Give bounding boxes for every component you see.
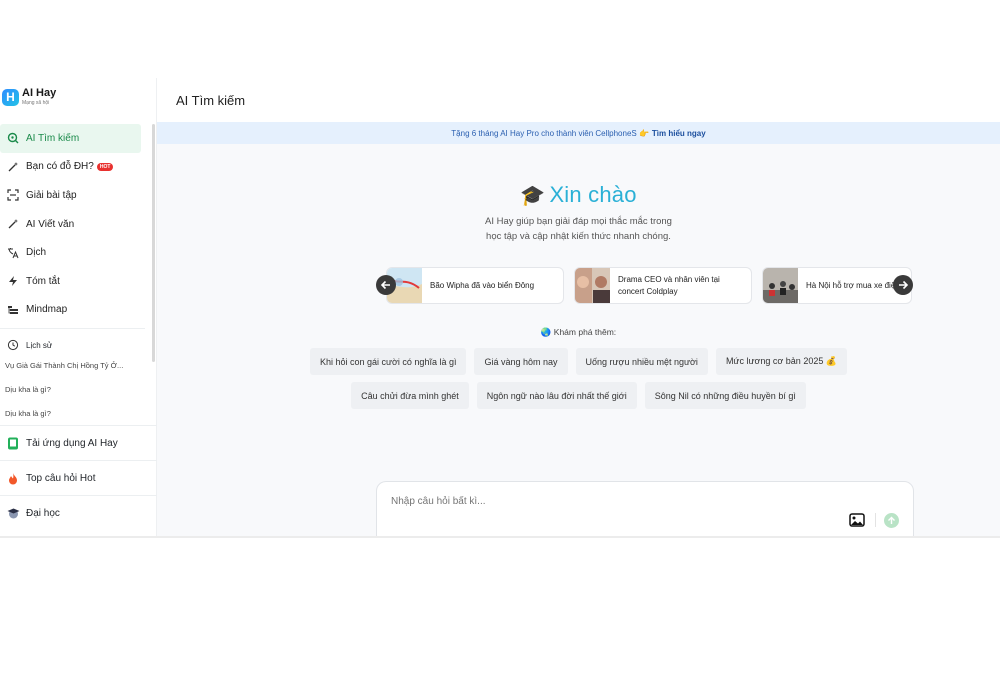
translate-icon <box>6 246 20 260</box>
sidebar-item-summary[interactable]: Tóm tắt <box>0 267 151 296</box>
search-icon <box>6 131 20 145</box>
history-icon <box>6 338 20 352</box>
image-icon <box>849 513 865 527</box>
divider <box>0 328 145 330</box>
history-item[interactable]: Vụ Già Gái Thành Chị Hồng Tỷ Ở... <box>0 353 146 377</box>
sidebar: H AI Hay Mạng xã hội AI Tìm kiếm Bạn có … <box>0 78 157 538</box>
divider <box>875 513 876 527</box>
logo-mark: H <box>2 88 19 106</box>
university-link[interactable]: Đại học <box>0 495 157 530</box>
news-title: Hà Nội hỗ trợ mua xe điện <box>806 280 900 290</box>
suggestion-chip[interactable]: Câu chửi đừa mình ghét <box>351 382 469 409</box>
app-tagline: Mạng xã hội <box>22 100 50 106</box>
sidebar-item-label: Giải bài tập <box>26 189 77 201</box>
logo[interactable]: H AI Hay Mạng xã hội <box>2 88 56 106</box>
suggestion-chip[interactable]: Khi hỏi con gái cười có nghĩa là gì <box>309 348 467 375</box>
news-thumbnail <box>575 268 610 303</box>
sidebar-item-translate[interactable]: Dịch <box>0 238 151 267</box>
sidebar-item-label: AI Viết văn <box>26 218 75 230</box>
suggestion-chip[interactable]: Ngôn ngữ nào lâu đời nhất thế giới <box>476 382 637 409</box>
promo-link[interactable]: Tìm hiểu ngay <box>652 129 706 138</box>
greeting-title: 🎓 Xin chào <box>157 182 1000 208</box>
main-content: AI Tìm kiếm Tặng 6 tháng AI Hay Pro cho … <box>157 78 1000 538</box>
suggestion-chip[interactable]: Sông Nil có những điều huyền bí gì <box>644 382 806 409</box>
news-title-line: concert Coldplay <box>618 286 678 296</box>
graduation-cap-icon: 🎓 <box>520 185 546 207</box>
history-header[interactable]: Lịch sử <box>0 337 151 353</box>
scan-icon <box>6 188 20 202</box>
sidebar-item-label: Dịch <box>26 247 47 259</box>
app-window: H AI Hay Mạng xã hội AI Tìm kiếm Bạn có … <box>0 78 1000 538</box>
news-carousel: Bão Wipha đã vào biển Đông Drama CEO và … <box>376 267 916 305</box>
download-app-link[interactable]: Tải ứng dụng AI Hay <box>0 425 157 460</box>
window-bottom-edge <box>0 536 1000 538</box>
sidebar-item-label: Tóm tắt <box>26 275 60 287</box>
app-name: AI Hay <box>22 87 57 99</box>
phone-icon <box>6 436 20 450</box>
download-app-label: Tải ứng dụng AI Hay <box>26 437 118 449</box>
carousel-next-button[interactable] <box>893 275 913 295</box>
sidebar-item-ai-writing[interactable]: AI Viết văn <box>0 210 151 239</box>
sidebar-item-label: AI Tìm kiếm <box>26 132 80 144</box>
question-input[interactable] <box>391 496 791 507</box>
hero: 🎓 Xin chào AI Hay giúp bạn giải đáp mọi t… <box>157 182 1000 244</box>
news-title-line: Drama CEO và nhân viên tại <box>618 274 720 284</box>
sidebar-item-homework[interactable]: Giải bài tập <box>0 181 151 210</box>
image-upload-button[interactable] <box>849 513 865 527</box>
hot-badge: HOT <box>96 162 114 171</box>
news-title: Drama CEO và nhân viên tại concert Coldp… <box>610 274 720 298</box>
arrow-up-icon <box>888 516 895 524</box>
arrow-left-icon <box>380 280 390 290</box>
history-item[interactable]: Dịu kha là gì? <box>0 401 146 425</box>
news-thumbnail <box>763 268 798 303</box>
greeting-subtitle-line: học tập và cập nhật kiến thức nhanh chón… <box>486 231 671 242</box>
news-title: Bão Wipha đã vào biển Đông <box>430 280 535 290</box>
promo-banner: Tặng 6 tháng AI Hay Pro cho thành viên C… <box>157 122 1000 144</box>
sidebar-item-label: Bạn có đỗ ĐH? <box>26 161 94 173</box>
top-hot-label: Top câu hỏi Hot <box>26 472 96 484</box>
history-title: Lịch sử <box>26 340 53 350</box>
magic-wand-icon <box>6 217 20 231</box>
greeting-text: Xin chào <box>549 182 637 207</box>
greeting-subtitle: AI Hay giúp bạn giải đáp mọi thắc mắc tr… <box>157 214 1000 244</box>
mindmap-icon <box>6 303 20 317</box>
suggestion-chip[interactable]: Giá vàng hôm nay <box>474 348 568 375</box>
graduation-cap-icon <box>6 506 20 520</box>
sidebar-scrollbar[interactable] <box>152 124 155 362</box>
top-hot-questions-link[interactable]: Top câu hỏi Hot <box>0 460 157 495</box>
news-card[interactable]: Drama CEO và nhân viên tại concert Coldp… <box>574 267 752 304</box>
greeting-subtitle-line: AI Hay giúp bạn giải đáp mọi thắc mắc tr… <box>485 216 672 227</box>
suggestion-row: Câu chửi đừa mình ghét Ngôn ngữ nào lâu … <box>157 382 1000 409</box>
sidebar-item-mindmap[interactable]: Mindmap <box>0 296 151 325</box>
sidebar-nav: AI Tìm kiếm Bạn có đỗ ĐH? HOT Giải bài t… <box>0 124 157 530</box>
sidebar-item-ai-search[interactable]: AI Tìm kiếm <box>0 124 141 153</box>
magic-wand-icon <box>6 160 20 174</box>
news-card[interactable]: Bão Wipha đã vào biển Đông <box>386 267 564 304</box>
sidebar-item-exam[interactable]: Bạn có đỗ ĐH? HOT <box>0 153 151 182</box>
suggestion-chip[interactable]: Mức lương cơ bản 2025 💰 <box>715 348 848 375</box>
page-title: AI Tìm kiếm <box>157 78 1000 122</box>
fire-icon <box>6 471 20 485</box>
history-item[interactable]: Dịu kha là gì? <box>0 377 146 401</box>
arrow-right-icon <box>899 280 909 290</box>
sidebar-item-label: Mindmap <box>26 304 68 316</box>
question-composer <box>376 481 914 538</box>
carousel-prev-button[interactable] <box>376 275 396 295</box>
suggestion-row: Khi hỏi con gái cười có nghĩa là gì Giá … <box>157 348 1000 375</box>
explore-label: 🌏 Khám phá thêm: <box>540 327 617 337</box>
suggestion-chip[interactable]: Uống rượu nhiều mệt người <box>575 348 708 375</box>
news-card[interactable]: Hà Nội hỗ trợ mua xe điện <box>762 267 912 304</box>
send-button[interactable] <box>884 513 899 528</box>
lightning-icon <box>6 274 20 288</box>
promo-text: Tặng 6 tháng AI Hay Pro cho thành viên C… <box>451 128 649 138</box>
university-label: Đại học <box>26 507 60 519</box>
